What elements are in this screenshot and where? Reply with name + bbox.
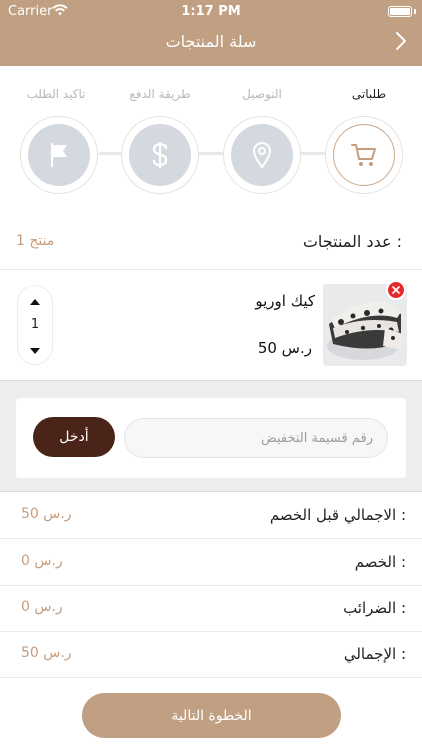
chevron-right-icon (396, 32, 406, 50)
step-payment[interactable] (121, 116, 199, 194)
dollar-icon (152, 142, 168, 168)
cart-item: كيك اوريو 50 ر.س 1 (0, 271, 422, 379)
product-price: 50 ر.س (257, 339, 312, 357)
step-label-delivery: التوصيل (242, 87, 282, 101)
step-confirm[interactable] (20, 116, 98, 194)
top-bar: Carrier 1:17 PM سلة المنتجات (0, 0, 422, 66)
subtotal-label: الاجمالي قبل الخصم : (269, 506, 406, 524)
step-delivery[interactable] (223, 116, 301, 194)
product-count-value: 1 منتج (16, 233, 55, 249)
clock: 1:17 PM (181, 4, 241, 19)
page-title: سلة المنتجات (165, 32, 257, 51)
step-inner (333, 124, 395, 186)
flag-icon (50, 142, 67, 168)
discount-label: الخصم : (354, 553, 406, 571)
step-inner (129, 124, 191, 186)
step-connector (297, 152, 326, 155)
step-orders[interactable] (325, 116, 403, 194)
location-pin-icon (252, 142, 272, 169)
summary-row-taxes: الضرائب : 0 ر.س (0, 586, 422, 632)
taxes-label: الضرائب : (343, 599, 406, 617)
coupon-input[interactable] (124, 418, 388, 458)
battery-cap (414, 9, 416, 14)
status-bar: Carrier 1:17 PM (0, 3, 422, 21)
step-label-orders: طلباتى (351, 87, 387, 101)
total-value: 50 ر.س (21, 645, 72, 661)
step-inner (231, 124, 293, 186)
apply-coupon-button[interactable]: أدخل (33, 417, 115, 457)
quantity-stepper: 1 (17, 285, 53, 365)
close-icon (392, 286, 400, 294)
step-label-confirm: تاكيد الطلب (26, 87, 86, 101)
product-count-row: عدد المنتجات : 1 منتج (0, 224, 422, 270)
product-name: كيك اوريو (255, 292, 315, 310)
step-label-payment: طريقة الدفع (129, 87, 191, 101)
step-inner (28, 124, 90, 186)
summary-row-subtotal: الاجمالي قبل الخصم : 50 ر.س (0, 493, 422, 539)
product-count-label: عدد المنتجات : (302, 232, 402, 251)
summary-row-discount: الخصم : 0 ر.س (0, 540, 422, 586)
next-step-button[interactable]: الخطوة التالية (82, 693, 341, 738)
back-button[interactable] (392, 30, 410, 52)
discount-value: 0 ر.س (21, 553, 63, 569)
battery-icon (388, 6, 412, 17)
total-label: الإجمالي : (343, 645, 406, 663)
increase-quantity-button[interactable] (29, 298, 41, 306)
step-connector (196, 152, 226, 155)
taxes-value: 0 ر.س (21, 599, 63, 615)
coupon-card: أدخل (16, 398, 406, 478)
cart-icon (351, 144, 376, 166)
quantity-value: 1 (30, 317, 40, 332)
remove-item-button[interactable] (386, 280, 406, 300)
summary-row-total: الإجمالي : 50 ر.س (0, 632, 422, 678)
coupon-section: أدخل (0, 380, 422, 492)
decrease-quantity-button[interactable] (29, 347, 41, 355)
subtotal-value: 50 ر.س (21, 506, 72, 522)
